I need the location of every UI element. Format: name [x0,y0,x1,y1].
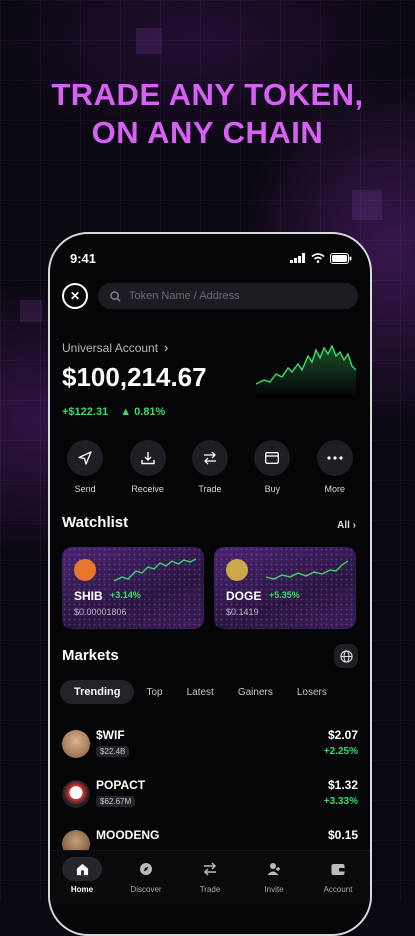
shib-sparkline [114,558,196,582]
wallet-icon [318,857,358,881]
nav-invite-label: Invite [264,885,284,894]
watchlist-all-link[interactable]: All › [337,520,356,531]
status-icons [290,252,352,264]
nav-trade[interactable]: Trade [182,857,238,894]
doge-change: +5.35% [269,590,300,600]
doge-sparkline [266,560,348,580]
card-icon [254,440,291,476]
shib-symbol: SHIB [74,589,103,603]
nav-home[interactable]: Home [54,857,110,894]
send-label: Send [74,484,96,494]
doge-symbol: DOGE [226,589,262,603]
decor-square [352,190,382,220]
tab-latest[interactable]: Latest [175,681,226,704]
arrow-up-icon: ▲ [120,406,135,418]
more-button[interactable]: More [308,440,362,494]
balance-sparkline [256,344,356,396]
receive-button[interactable]: Receive [121,440,175,494]
watchlist-card-shib[interactable]: SHIB +3.14% $0.00001806 [62,547,204,629]
market-row-price: $0.15 [327,828,358,842]
more-label: More [324,484,345,494]
decor-square [136,28,162,54]
search-input[interactable]: Token Name / Address [98,283,358,309]
nav-discover[interactable]: Discover [118,857,174,894]
download-icon [129,440,166,476]
phone-frame: 9:41 ✕ Token Name / Address Universal Ac… [48,232,372,936]
balance-change-pct-wrap: ▲ 0.81% [120,406,165,418]
balance-change: +$122.31 ▲ 0.81% [62,406,165,418]
battery-icon [330,252,352,264]
headline-line-2: ON ANY CHAIN [91,115,324,150]
account-balance: $100,214.67 [62,362,207,392]
nav-invite[interactable]: Invite [246,857,302,894]
markets-title: Markets [62,647,119,664]
nav-trade-label: Trade [199,885,221,894]
market-row-change: +2.25% [323,746,358,757]
top-bar: ✕ Token Name / Address [62,282,358,310]
send-icon [67,440,104,476]
home-icon [62,857,102,881]
receive-label: Receive [131,484,164,494]
tab-trending[interactable]: Trending [60,680,135,704]
buy-label: Buy [264,484,281,494]
tab-gainers[interactable]: Gainers [226,681,285,704]
market-row[interactable]: $WIF $22.4B $2.07 +2.25% [62,728,358,764]
quick-actions: Send Receive Trade Buy More [54,440,366,494]
shib-change: +3.14% [110,590,141,600]
markets-tabs: Trending Top Latest Gainers Losers [60,680,370,704]
user-icon [254,857,294,881]
decor-square [20,300,42,322]
swap-icon [191,440,228,476]
status-time: 9:41 [70,250,97,266]
market-row-price: $1.32 [327,778,358,792]
market-row-name: MOODENG [96,828,160,842]
app-logo[interactable]: ✕ [62,283,88,309]
market-row-price: $2.07 [327,728,358,742]
market-row-name: POPACT [96,778,146,792]
watchlist-card-doge[interactable]: DOGE +5.35% $0.1419 [214,547,356,629]
chevron-right-icon: › [349,520,356,531]
doge-token-icon [226,559,248,581]
search-icon [110,290,121,302]
globe-button[interactable] [334,644,358,668]
account-label: Universal Account [62,340,159,355]
wif-token-icon [62,730,90,758]
account-selector[interactable]: Universal Account › [62,340,168,355]
swap-icon [190,857,230,881]
tab-losers[interactable]: Losers [285,681,339,704]
nav-account[interactable]: Account [310,857,366,894]
market-row-change: +3.33% [323,796,358,807]
doge-price: $0.1419 [226,607,259,617]
wifi-icon [311,253,325,263]
globe-icon [339,649,353,663]
nav-discover-label: Discover [130,885,162,894]
more-icon [316,440,353,476]
shib-price: $0.00001806 [74,607,127,617]
balance-change-pct: 0.81% [134,406,166,418]
signal-icon [290,253,305,263]
nav-home-label: Home [70,885,94,894]
shib-token-icon [74,559,96,581]
trade-label: Trade [198,484,222,494]
send-button[interactable]: Send [58,440,112,494]
headline-line-1: TRADE ANY TOKEN, [51,77,364,112]
market-row[interactable]: POPACT $62.67M $1.32 +3.33% [62,778,358,814]
watchlist-title: Watchlist [62,514,129,531]
compass-icon [126,857,166,881]
balance-change-usd: +$122.31 [62,406,109,418]
chevron-right-icon: › [164,340,169,355]
popact-token-icon [62,780,90,808]
nav-account-label: Account [323,885,353,894]
status-bar: 9:41 [70,248,352,268]
buy-button[interactable]: Buy [245,440,299,494]
headline: TRADE ANY TOKEN, ON ANY CHAIN [0,76,415,152]
tab-top[interactable]: Top [134,681,174,704]
search-placeholder: Token Name / Address [129,290,240,302]
market-row-cap: $22.4B [96,746,130,757]
market-row-cap: $62.67M [96,796,136,807]
trade-button[interactable]: Trade [183,440,237,494]
watchlist-all-label: All [337,520,350,531]
market-row-name: $WIF [96,728,125,742]
bottom-nav: Home Discover Trade Invite Account [50,850,370,904]
